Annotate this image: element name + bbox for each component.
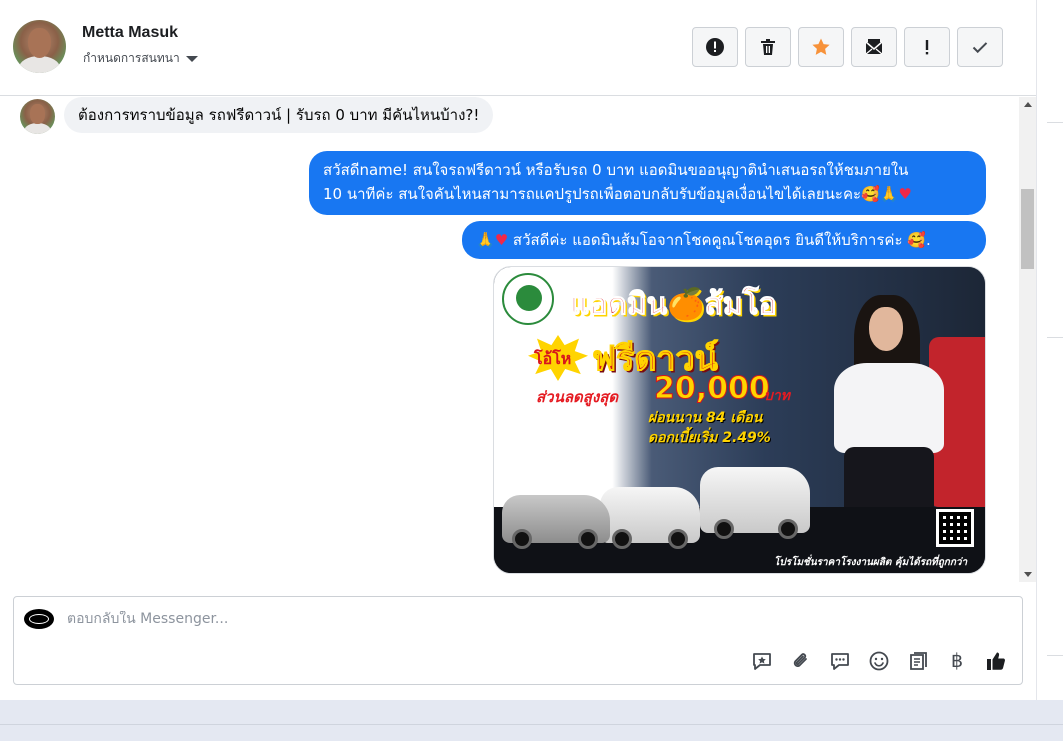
heart-icon: ♥ <box>898 185 912 203</box>
heart-icon: ♥ <box>494 231 509 249</box>
reply-composer: ฿ <box>13 596 1023 685</box>
like-icon <box>987 652 1005 670</box>
scroll-down-icon[interactable] <box>1024 572 1032 577</box>
reply-input[interactable] <box>67 611 967 627</box>
composer-actions: ฿ <box>750 649 1008 673</box>
delete-button[interactable] <box>745 27 791 67</box>
emoji-icon <box>869 651 889 671</box>
thread-scrollbar[interactable] <box>1019 97 1036 582</box>
scroll-thumb[interactable] <box>1021 189 1034 269</box>
message-line: 10 นาทีค่ะ สนใจคันไหนสามารถแคปรูปรถเพื่อ… <box>323 182 972 206</box>
attachment-icon <box>793 653 807 667</box>
emoji-button[interactable] <box>867 649 891 673</box>
dealer-logo <box>502 273 554 325</box>
envelope-icon <box>865 39 883 55</box>
promo-image[interactable]: แอดมิน🍊ส้มโอ โอ้โห ฟรีดาวน์ ส่วนลดสูงสุด… <box>493 266 986 574</box>
attach-button[interactable] <box>789 649 813 673</box>
caret-down-icon <box>185 55 198 62</box>
star-button[interactable] <box>798 27 844 67</box>
follow-up-button[interactable] <box>904 27 950 67</box>
qr-code <box>936 509 974 547</box>
promo-badge: โอ้โห <box>534 349 572 368</box>
sender-avatar[interactable] <box>20 99 55 134</box>
outgoing-message[interactable]: สวัสดีname! สนใจรถฟรีดาวน์ หรือรับรถ 0 บ… <box>309 151 986 215</box>
promo-currency: บาท <box>764 388 790 404</box>
contact-avatar[interactable] <box>13 20 66 73</box>
chat-bubble-icon <box>831 653 849 670</box>
pray-icon: 🙏 <box>476 231 495 249</box>
scroll-up-icon[interactable] <box>1024 102 1032 107</box>
baht-icon: ฿ <box>950 650 964 672</box>
alert-circle-icon <box>706 38 724 56</box>
report-spam-button[interactable] <box>692 27 738 67</box>
chat-button[interactable] <box>828 649 852 673</box>
payment-button[interactable]: ฿ <box>945 649 969 673</box>
promo-title: แอดมิน🍊ส้มโอ <box>570 287 778 323</box>
conversation-header: Metta Masuk กำหนดการสนทนา <box>0 0 1036 96</box>
promo-discount-label: ส่วนลดสูงสุด <box>536 388 619 406</box>
promo-interest: ดอกเบี้ยเริ่ม 2.49% <box>648 430 771 446</box>
page-footer-band <box>0 700 1063 741</box>
notes-button[interactable] <box>906 649 930 673</box>
message-text: 10 นาทีค่ะ สนใจคันไหนสามารถแคปรูปรถเพื่อ… <box>323 185 899 203</box>
assign-label: กำหนดการสนทนา <box>83 51 180 65</box>
promo-installment: ผ่อนนาน 84 เดือน <box>648 410 763 426</box>
exclamation-icon <box>925 40 929 55</box>
promo-discount-amount: 20,000 <box>654 371 771 407</box>
notes-icon <box>910 652 927 670</box>
outgoing-message[interactable]: 🙏♥ สวัสดีค่ะ แอดมินส้มโอจากโชคคูณโชคอุดร… <box>462 221 986 259</box>
saved-reply-icon <box>753 653 771 670</box>
contact-name[interactable]: Metta Masuk <box>82 24 178 42</box>
page-avatar <box>24 609 54 629</box>
messenger-window: Metta Masuk กำหนดการสนทนา ต้องการทราบข้อ… <box>0 0 1036 700</box>
conversation-toolbar <box>692 27 1003 67</box>
mark-unread-button[interactable] <box>851 27 897 67</box>
promo-footer: โปรโมชั่นราคาโรงงานผลิต คุ้มได้รถที่ถูกก… <box>774 557 968 568</box>
message-text: สวัสดีค่ะ แอดมินส้มโอจากโชคคูณโชคอุดร ยิ… <box>508 231 931 249</box>
assign-conversation-dropdown[interactable]: กำหนดการสนทนา <box>83 49 198 68</box>
message-thread[interactable]: ต้องการทราบข้อมูล รถฟรีดาวน์ | รับรถ 0 บ… <box>0 97 1036 582</box>
star-icon <box>812 38 830 55</box>
saved-reply-button[interactable] <box>750 649 774 673</box>
right-sidebar-edge <box>1036 0 1063 700</box>
done-button[interactable] <box>957 27 1003 67</box>
trash-icon <box>761 39 775 55</box>
check-icon <box>972 42 988 54</box>
like-button[interactable] <box>984 649 1008 673</box>
incoming-message[interactable]: ต้องการทราบข้อมูล รถฟรีดาวน์ | รับรถ 0 บ… <box>64 97 494 133</box>
message-line: สวัสดีname! สนใจรถฟรีดาวน์ หรือรับรถ 0 บ… <box>323 161 909 179</box>
